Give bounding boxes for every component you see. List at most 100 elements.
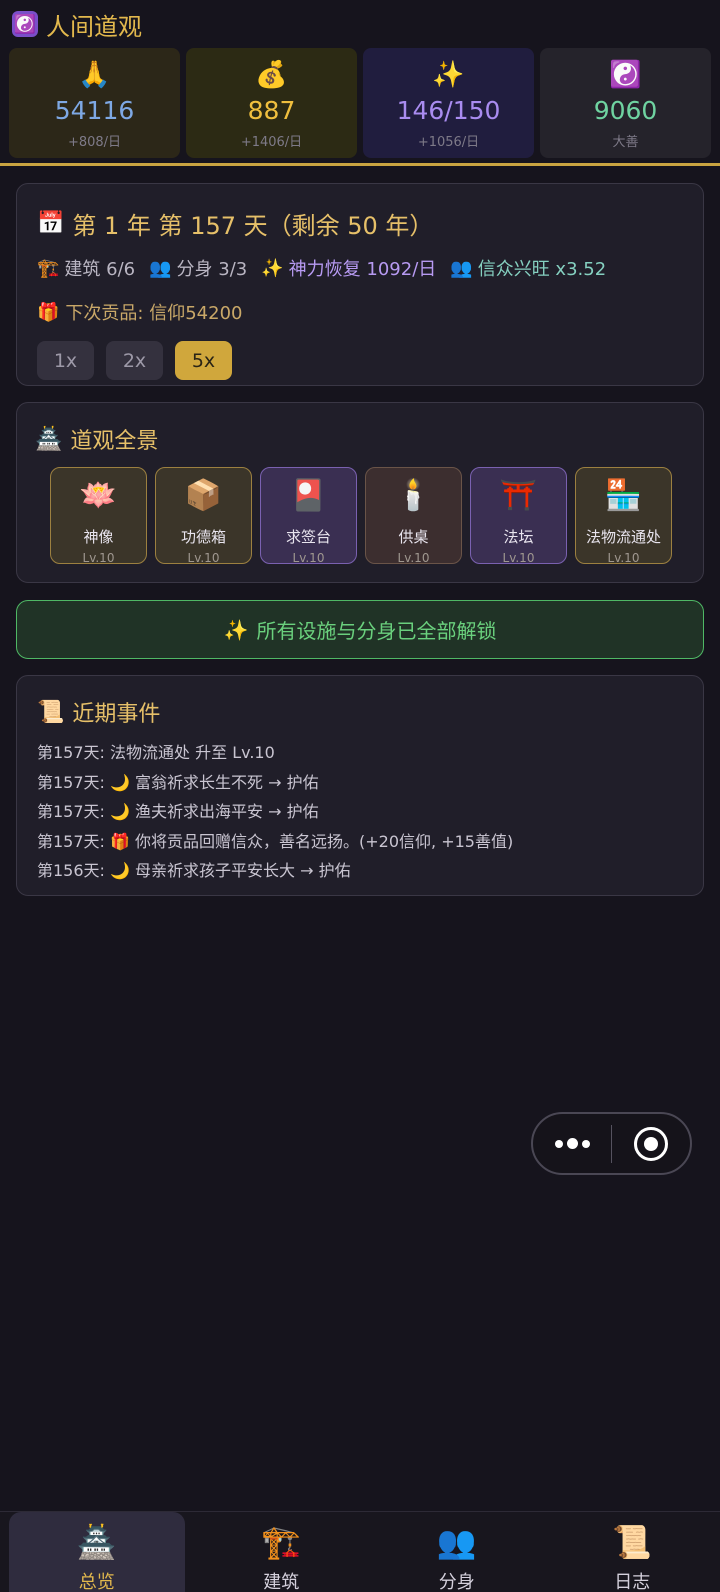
avatars-count: 分身 3/3 [176, 259, 248, 280]
building-level: Lv.10 [292, 551, 325, 565]
panorama-title: 道观全景 [70, 429, 159, 454]
next-gift-text: 下次贡品: 信仰54200 [65, 303, 243, 324]
building-level: Lv.10 [187, 551, 220, 565]
store-icon: 🏪 [604, 478, 643, 513]
speed-2x-button[interactable]: 2x [106, 341, 163, 380]
tab-buildings[interactable]: 🏗️ 建筑 [194, 1512, 370, 1592]
stat-virtue-label: 大善 [612, 135, 639, 150]
event-item: 第157天: 法物流通处 升至 Lv.10 [37, 743, 275, 762]
building-fortune-stand[interactable]: 🎴 求签台 Lv.10 [260, 467, 357, 565]
events-header: 📜 近期事件 [37, 696, 683, 728]
time-card: 📅 第 1 年 第 157 天（剩余 50 年） 🏗️ 建筑 6/6 👥 分身 … [16, 183, 704, 386]
panorama-card: 🏯 道观全景 🪷 神像 Lv.10 📦 功德箱 Lv.10 🎴 求签台 Lv.1… [16, 402, 704, 583]
bottom-tab-bar: 🏯 总览 🏗️ 建筑 👥 分身 📜 日志 [0, 1511, 720, 1592]
stat-virtue[interactable]: ☯️ 9060 大善 [540, 48, 711, 158]
building-name: 供桌 [398, 528, 429, 546]
flower-card-icon: 🎴 [289, 478, 328, 513]
more-dots-icon[interactable] [533, 1138, 611, 1149]
buildings-status: 🏗️ 建筑 6/6 [37, 255, 135, 281]
money-bag-icon: 💰 [255, 60, 288, 90]
date-line: 📅 第 1 年 第 157 天（剩余 50 年） [37, 206, 683, 241]
torii-gate-icon: ⛩️ [499, 478, 538, 513]
tab-label: 分身 [438, 1572, 475, 1592]
tab-label: 日志 [614, 1572, 651, 1592]
building-statue[interactable]: 🪷 神像 Lv.10 [50, 467, 147, 565]
app-header: ☯️ 人间道观 [0, 0, 720, 48]
event-item: 第156天: 🌙 母亲祈求孩子平安长大 → 护佑 [37, 861, 351, 880]
building-level: Lv.10 [607, 551, 640, 565]
unlock-text: 所有设施与分身已全部解锁 [256, 619, 497, 643]
building-level: Lv.10 [397, 551, 430, 565]
event-list: 第157天: 法物流通处 升至 Lv.10 第157天: 🌙 富翁祈求长生不死 … [37, 738, 683, 886]
stat-money-value: 887 [247, 96, 296, 125]
tab-avatars[interactable]: 👥 分身 [369, 1512, 545, 1592]
scroll-icon: 📜 [612, 1523, 653, 1561]
divider [0, 163, 720, 166]
box-icon: 📦 [184, 478, 223, 513]
sparkles-icon: ✨ [223, 617, 249, 642]
speed-5x-button[interactable]: 5x [175, 341, 232, 380]
events-card: 📜 近期事件 第157天: 法物流通处 升至 Lv.10 第157天: 🌙 富翁… [16, 675, 704, 896]
sparkles-icon: ✨ [261, 257, 284, 279]
followers-status: 👥 信众兴旺 x3.52 [450, 255, 606, 281]
calendar-icon: 📅 [37, 211, 65, 236]
event-item: 第157天: 🎁 你将贡品回赠信众，善名远扬。(+20信仰, +15善值) [37, 831, 514, 851]
avatars-status: 👥 分身 3/3 [149, 255, 247, 281]
recover-rate: 神力恢复 1092/日 [288, 259, 437, 280]
event-item: 第157天: 🌙 富翁祈求长生不死 → 护佑 [37, 772, 319, 792]
panorama-header: 🏯 道观全景 [35, 423, 685, 455]
app-title: 人间道观 [46, 12, 142, 41]
building-name: 神像 [83, 528, 114, 546]
event-item: 第157天: 🌙 渔夫祈求出海平安 → 护佑 [37, 802, 319, 821]
next-gift: 🎁 下次贡品: 信仰54200 [37, 299, 683, 325]
stat-spirit-rate: +1056/日 [417, 135, 480, 150]
stat-spirit-value: 146/150 [396, 96, 501, 125]
stat-faith[interactable]: 🙏 54116 +808/日 [9, 48, 180, 158]
construction-icon: 🏗️ [37, 257, 60, 279]
record-circle-icon[interactable] [612, 1126, 690, 1161]
candle-icon: 🕯️ [394, 478, 433, 513]
stat-virtue-value: 9060 [593, 96, 658, 125]
yin-yang-icon: ☯️ [12, 11, 38, 37]
status-row: 🏗️ 建筑 6/6 👥 分身 3/3 ✨ 神力恢复 1092/日 👥 信众兴旺 … [37, 255, 683, 281]
sparkles-icon: ✨ [432, 60, 465, 90]
building-merit-box[interactable]: 📦 功德箱 Lv.10 [155, 467, 252, 565]
building-offering-table[interactable]: 🕯️ 供桌 Lv.10 [365, 467, 462, 565]
tab-label: 建筑 [263, 1572, 300, 1592]
tab-label: 总览 [78, 1572, 115, 1592]
stat-spirit[interactable]: ✨ 146/150 +1056/日 [363, 48, 534, 158]
people-icon: 👥 [149, 257, 172, 279]
building-name: 法坛 [503, 528, 534, 546]
people-icon: 👥 [450, 257, 473, 279]
building-altar[interactable]: ⛩️ 法坛 Lv.10 [470, 467, 567, 565]
stat-money[interactable]: 💰 887 +1406/日 [186, 48, 357, 158]
yin-yang-icon: ☯️ [609, 60, 642, 90]
tab-log[interactable]: 📜 日志 [545, 1512, 720, 1592]
date-text: 第 1 年 第 157 天（剩余 50 年） [72, 212, 434, 240]
lotus-icon: 🪷 [79, 478, 118, 513]
buildings-count: 建筑 6/6 [64, 259, 136, 280]
gift-icon: 🎁 [37, 301, 60, 323]
temple-icon: 🏯 [76, 1523, 117, 1561]
unlock-banner: ✨ 所有设施与分身已全部解锁 [16, 600, 704, 659]
stat-money-rate: +1406/日 [240, 135, 303, 150]
building-level: Lv.10 [502, 551, 535, 565]
people-icon: 👥 [436, 1523, 477, 1561]
building-name: 求签台 [285, 528, 331, 546]
building-level: Lv.10 [82, 551, 115, 565]
stat-faith-rate: +808/日 [67, 135, 122, 150]
scroll-icon: 📜 [37, 699, 65, 725]
miniprogram-capsule [531, 1112, 692, 1175]
stats-bar: 🙏 54116 +808/日 💰 887 +1406/日 ✨ 146/150 +… [9, 48, 711, 158]
followers-multiplier: 信众兴旺 x3.52 [477, 259, 607, 280]
stat-faith-value: 54116 [54, 96, 135, 125]
temple-icon: 🏯 [35, 426, 63, 452]
events-title: 近期事件 [72, 702, 161, 727]
construction-crane-icon: 🏗️ [261, 1523, 302, 1561]
speed-1x-button[interactable]: 1x [37, 341, 94, 380]
tab-overview[interactable]: 🏯 总览 [9, 1512, 185, 1592]
speed-selector: 1x 2x 5x [37, 341, 683, 380]
recover-status: ✨ 神力恢复 1092/日 [261, 255, 436, 281]
building-shop[interactable]: 🏪 法物流通处 Lv.10 [575, 467, 672, 565]
building-name: 法物流通处 [585, 528, 661, 546]
